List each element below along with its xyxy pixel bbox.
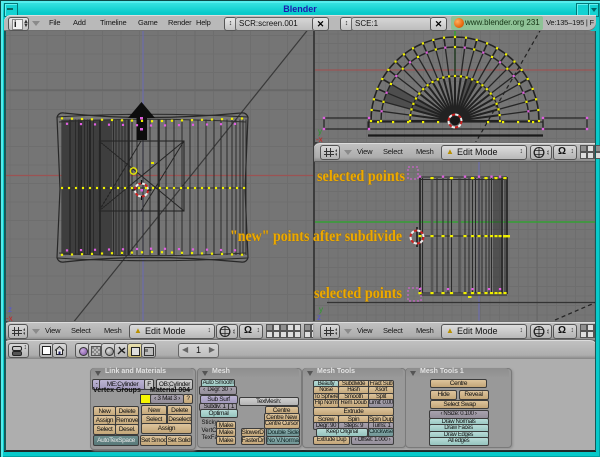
svg-text:-x: -x: [6, 314, 13, 321]
svg-text:z: z: [8, 305, 12, 314]
svg-text:-x: -x: [316, 135, 323, 142]
svg-text:z: z: [317, 313, 321, 321]
